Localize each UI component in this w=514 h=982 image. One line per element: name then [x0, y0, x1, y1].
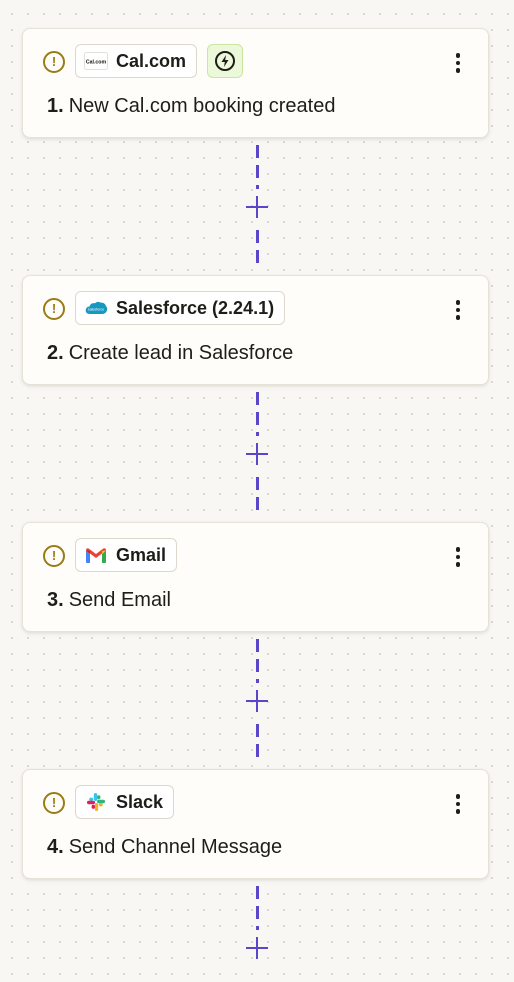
- add-step-button[interactable]: [245, 936, 269, 960]
- salesforce-cloud-icon: salesforce: [84, 296, 108, 320]
- gmail-icon: [84, 543, 108, 567]
- svg-text:salesforce: salesforce: [88, 308, 104, 312]
- connector-line: [256, 724, 259, 764]
- step-title-text: Send Email: [68, 589, 171, 611]
- step-number: 1.: [47, 95, 64, 117]
- step-number: 4.: [47, 836, 64, 858]
- more-options-button[interactable]: [446, 543, 470, 571]
- warning-icon: !: [43, 545, 65, 567]
- app-name: Salesforce (2.24.1): [116, 297, 275, 318]
- app-name: Gmail: [116, 544, 167, 565]
- connector-line: [256, 392, 259, 436]
- app-chip[interactable]: Cal.com Cal.com: [75, 44, 198, 78]
- more-options-button[interactable]: [446, 296, 470, 324]
- warning-icon: !: [43, 51, 65, 73]
- app-name: Slack: [116, 791, 164, 812]
- step-title-text: Create lead in Salesforce: [68, 342, 294, 364]
- connector-line: [256, 230, 259, 270]
- step-title: 3. Send Email: [47, 589, 171, 612]
- warning-icon: !: [43, 298, 65, 320]
- more-options-button[interactable]: [446, 790, 470, 818]
- app-chip[interactable]: Slack: [75, 785, 175, 819]
- add-step-button[interactable]: [245, 442, 269, 466]
- slack-icon: [84, 790, 108, 814]
- step-title: 2. Create lead in Salesforce: [47, 342, 293, 365]
- step-card[interactable]: ! Cal.com Cal.com 1. New Cal.com booking …: [22, 28, 489, 138]
- step-card[interactable]: ! salesforce Salesforce (2.24.1) 2. Creat…: [22, 275, 489, 385]
- connector-line: [256, 639, 259, 683]
- more-options-button[interactable]: [446, 49, 470, 77]
- step-title-text: New Cal.com booking created: [68, 95, 336, 117]
- trigger-badge[interactable]: [207, 44, 243, 78]
- app-chip[interactable]: salesforce Salesforce (2.24.1): [75, 291, 286, 325]
- calcom-logo-icon: Cal.com: [84, 49, 108, 73]
- step-card[interactable]: ! Gmail 3. Send Email: [22, 522, 489, 632]
- step-title-text: Send Channel Message: [68, 836, 283, 858]
- app-chip[interactable]: Gmail: [75, 538, 178, 572]
- connector-line: [256, 145, 259, 189]
- step-card[interactable]: ! Slack 4. Send Channel Message: [22, 769, 489, 879]
- add-step-button[interactable]: [245, 195, 269, 219]
- step-title: 4. Send Channel Message: [47, 836, 282, 859]
- step-number: 2.: [47, 342, 64, 364]
- step-title: 1. New Cal.com booking created: [47, 95, 335, 118]
- app-name: Cal.com: [116, 50, 187, 71]
- svg-text:Cal.com: Cal.com: [86, 60, 107, 66]
- connector-line: [256, 477, 259, 517]
- add-step-button[interactable]: [245, 689, 269, 713]
- step-number: 3.: [47, 589, 64, 611]
- lightning-bolt-icon: [215, 51, 235, 71]
- warning-icon: !: [43, 792, 65, 814]
- connector-line: [256, 886, 259, 930]
